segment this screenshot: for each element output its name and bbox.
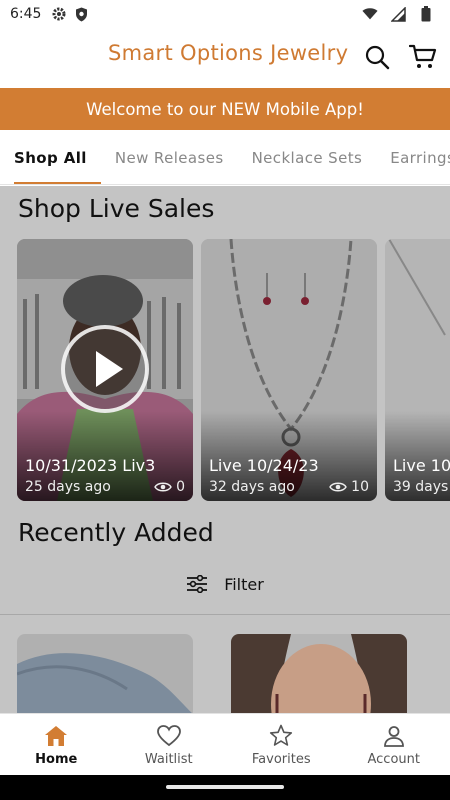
brand-title: Smart Options Jewelry <box>108 41 349 65</box>
filter-button[interactable]: Filter <box>0 568 450 600</box>
shield-icon <box>73 6 89 22</box>
eye-icon <box>154 482 172 492</box>
live-sales-carousel[interactable]: 10/31/2023 Liv3 25 days ago 0 Live 10/24… <box>17 239 450 501</box>
settings-gear-icon <box>51 6 67 22</box>
star-icon <box>268 723 294 749</box>
nav-favorites-label: Favorites <box>251 751 311 767</box>
live-sale-card[interactable]: Live 10/24/23 32 days ago 10 <box>201 239 377 501</box>
battery-icon <box>418 6 434 22</box>
status-time: 6:45 <box>10 6 42 22</box>
gesture-home-bar[interactable] <box>166 785 284 789</box>
account-icon <box>381 723 407 749</box>
app-screen: 6:45 Smart Options Jewelry Welcome to ou… <box>0 0 450 775</box>
search-icon[interactable] <box>362 42 392 72</box>
live-sale-age: 25 days ago <box>25 479 111 495</box>
live-sale-title: Live 10/24/23 <box>209 456 319 475</box>
recently-added-heading: Recently Added <box>18 518 214 547</box>
live-sale-card[interactable]: Live 10 39 days <box>385 239 450 501</box>
main-content: Shop Live Sales 10/31/2023 Liv3 25 days … <box>0 186 450 713</box>
home-icon <box>43 723 69 749</box>
live-sale-age: 39 days <box>393 479 449 495</box>
live-sale-card[interactable]: 10/31/2023 Liv3 25 days ago 0 <box>17 239 193 501</box>
status-bar: 6:45 <box>0 0 450 28</box>
cart-icon[interactable] <box>408 42 438 72</box>
product-image <box>17 634 193 713</box>
nav-account-label: Account <box>367 751 421 767</box>
eye-icon <box>329 482 347 492</box>
tab-earrings[interactable]: Earrings <box>376 130 450 184</box>
nav-home-label: Home <box>35 751 78 767</box>
view-count: 0 <box>154 479 185 495</box>
category-tabs: Shop All New Releases Necklace Sets Earr… <box>0 130 450 185</box>
product-card[interactable] <box>17 634 193 713</box>
section-divider <box>0 614 450 615</box>
live-sale-title: Live 10 <box>393 456 450 475</box>
wifi-icon <box>362 6 378 22</box>
filter-sliders-icon <box>187 575 208 593</box>
nav-waitlist[interactable]: Waitlist <box>113 714 226 775</box>
bottom-navigation: Home Waitlist Favorites Account <box>0 713 450 775</box>
status-right-icons <box>362 6 440 22</box>
play-icon[interactable] <box>61 325 149 413</box>
product-image <box>231 634 407 713</box>
welcome-banner: Welcome to our NEW Mobile App! <box>0 88 450 130</box>
app-header: Smart Options Jewelry <box>0 28 450 88</box>
live-sale-title: 10/31/2023 Liv3 <box>25 456 156 475</box>
nav-favorites[interactable]: Favorites <box>225 714 338 775</box>
nav-account[interactable]: Account <box>338 714 450 775</box>
live-sales-heading: Shop Live Sales <box>18 194 215 223</box>
heart-icon <box>156 723 182 749</box>
live-sale-age: 32 days ago <box>209 479 295 495</box>
tab-necklace-sets[interactable]: Necklace Sets <box>238 130 377 184</box>
nav-home[interactable]: Home <box>0 714 113 775</box>
tab-shop-all[interactable]: Shop All <box>0 130 101 184</box>
nav-waitlist-label: Waitlist <box>144 751 193 767</box>
tab-new-releases[interactable]: New Releases <box>101 130 238 184</box>
product-card[interactable] <box>231 634 407 713</box>
signal-icon <box>390 6 406 22</box>
view-count: 10 <box>329 479 369 495</box>
filter-label: Filter <box>224 574 264 594</box>
